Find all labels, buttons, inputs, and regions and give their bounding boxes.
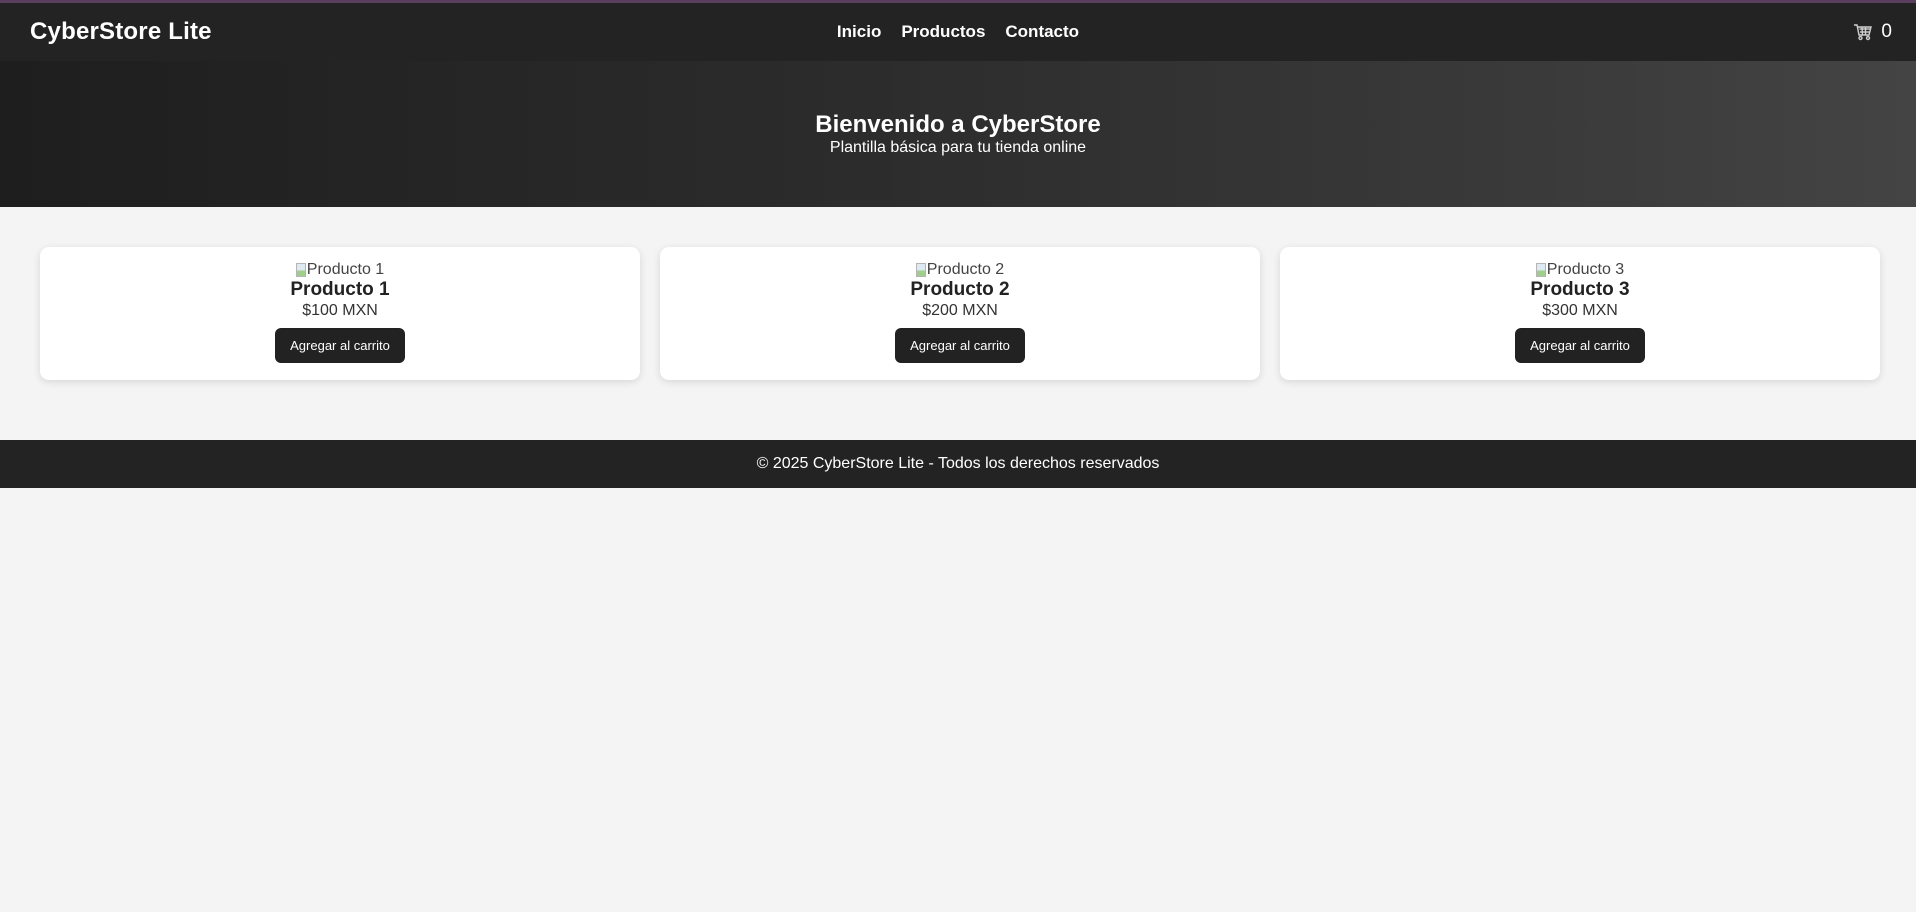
nav-link-inicio[interactable]: Inicio [837, 22, 881, 42]
product-card: Producto 3 Producto 3 $300 MXN Agregar a… [1280, 247, 1880, 380]
product-name: Producto 1 [290, 279, 390, 300]
nav-link-productos[interactable]: Productos [901, 22, 985, 42]
product-price: $300 MXN [1542, 302, 1618, 319]
product-price: $100 MXN [302, 302, 378, 319]
hero-banner: Bienvenido a CyberStore Plantilla básica… [0, 61, 1916, 207]
broken-image-icon [1535, 263, 1546, 277]
hero-title: Bienvenido a CyberStore [815, 111, 1101, 138]
product-card: Producto 2 Producto 2 $200 MXN Agregar a… [660, 247, 1260, 380]
add-to-cart-button[interactable]: Agregar al carrito [275, 328, 405, 363]
navbar: CyberStore Lite Inicio Productos Contact… [0, 3, 1916, 61]
product-image-alt: Producto 2 [926, 261, 1005, 278]
footer: © 2025 CyberStore Lite - Todos los derec… [0, 440, 1916, 488]
product-grid: Producto 1 Producto 1 $100 MXN Agregar a… [0, 207, 1916, 440]
add-to-cart-button[interactable]: Agregar al carrito [1515, 328, 1645, 363]
product-name: Producto 2 [910, 279, 1010, 300]
product-card: Producto 1 Producto 1 $100 MXN Agregar a… [40, 247, 640, 380]
product-image-alt: Producto 3 [1546, 261, 1625, 278]
product-image: Producto 1 [295, 261, 385, 279]
add-to-cart-button[interactable]: Agregar al carrito [895, 328, 1025, 363]
broken-image-icon [295, 263, 306, 277]
product-image-alt: Producto 1 [306, 261, 385, 278]
cart-count: 0 [1881, 21, 1892, 42]
product-image: Producto 2 [915, 261, 1005, 279]
product-price: $200 MXN [922, 302, 998, 319]
broken-image-icon [915, 263, 926, 277]
hero-subtitle: Plantilla básica para tu tienda online [829, 139, 1087, 156]
cart-button[interactable]: 0 [1853, 21, 1892, 43]
product-name: Producto 3 [1530, 279, 1630, 300]
product-image: Producto 3 [1535, 261, 1625, 279]
cart-icon [1853, 23, 1873, 41]
nav-link-contacto[interactable]: Contacto [1005, 22, 1079, 42]
footer-copyright: © 2025 CyberStore Lite - Todos los derec… [756, 455, 1160, 472]
main-nav: Inicio Productos Contacto [837, 3, 1079, 61]
brand-logo[interactable]: CyberStore Lite [30, 18, 212, 46]
